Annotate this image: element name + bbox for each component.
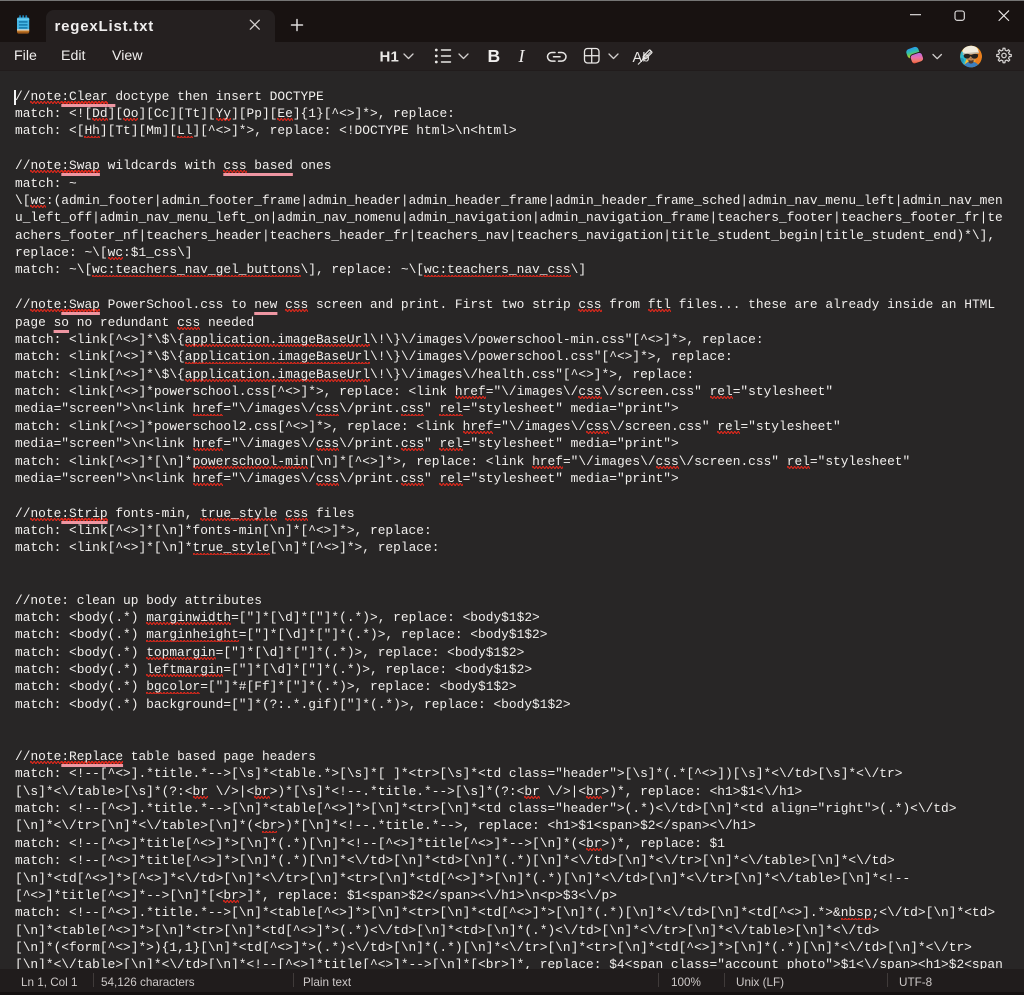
- svg-text:H1: H1: [380, 49, 400, 66]
- svg-text:I: I: [518, 46, 526, 66]
- svg-text:A: A: [633, 50, 643, 66]
- svg-text:B: B: [488, 46, 501, 66]
